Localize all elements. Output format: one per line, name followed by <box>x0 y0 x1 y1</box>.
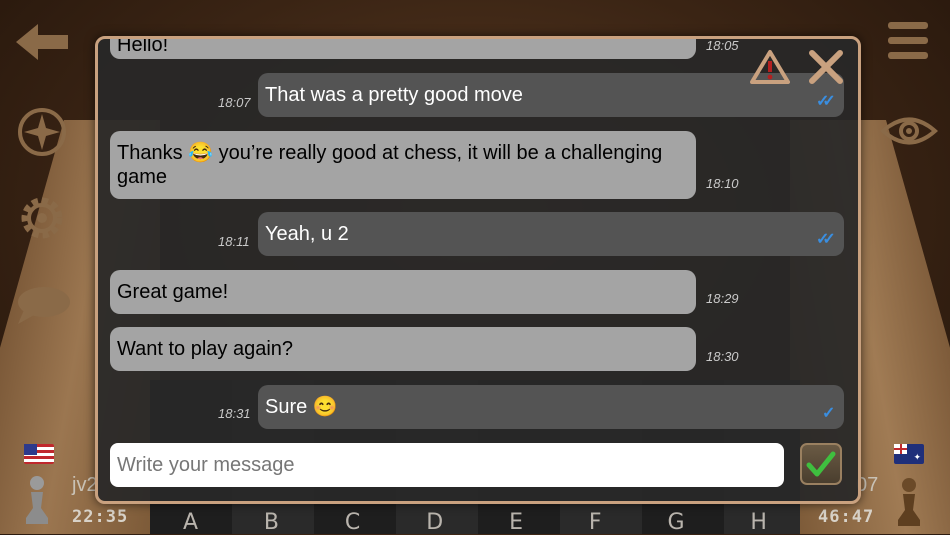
player-right-flag <box>894 444 924 464</box>
file-label: G <box>667 510 685 535</box>
message-text: Sure 😊 <box>265 396 338 418</box>
player-left-name: jv2 <box>72 474 98 496</box>
player-right-clock: 46:47 <box>818 507 875 527</box>
chat-button[interactable] <box>14 284 72 326</box>
read-receipt-icon: ✓✓ <box>816 93 836 110</box>
file-label: H <box>750 510 767 535</box>
message-bubble-incoming: Hello! <box>110 39 696 59</box>
settings-button[interactable] <box>16 192 68 244</box>
message-time: 18:05 <box>706 39 739 53</box>
file-label: E <box>509 510 523 535</box>
message-text: That was a pretty good move <box>265 84 523 106</box>
message-text: Great game! <box>117 281 229 303</box>
message-bubble-outgoing: Yeah, u 2 <box>258 212 844 256</box>
read-receipt-icon: ✓✓ <box>816 231 836 248</box>
message-time: 18:07 <box>218 95 251 110</box>
message-bubble-incoming: Thanks 😂 you’re really good at chess, it… <box>110 131 696 199</box>
chat-dialog: Hello! 18:05 18:07 That was a pretty goo… <box>95 36 861 504</box>
message-bubble-incoming: Great game! <box>110 270 696 314</box>
message-text: Hello! <box>117 39 169 56</box>
message-input[interactable] <box>110 443 784 487</box>
sent-receipt-icon: ✓ <box>822 405 836 422</box>
message-bubble-incoming: Want to play again? <box>110 327 696 371</box>
board-file-labels: A B C D E F G H <box>150 510 800 535</box>
gear-icon <box>21 197 63 239</box>
compass-icon <box>18 108 66 156</box>
message-time: 18:11 <box>218 234 250 249</box>
message-time: 18:29 <box>706 291 739 306</box>
warning-icon[interactable] <box>750 49 790 85</box>
message-list[interactable]: Hello! 18:05 18:07 That was a pretty goo… <box>98 39 858 434</box>
arrow-left-icon <box>16 24 68 60</box>
message-time: 18:10 <box>706 176 739 191</box>
pawn-icon <box>898 478 920 526</box>
file-label: C <box>344 510 361 535</box>
message-time: 18:31 <box>218 406 251 421</box>
message-time: 18:30 <box>706 349 739 364</box>
file-label: D <box>426 510 444 535</box>
send-button[interactable] <box>800 443 842 485</box>
compass-button[interactable] <box>16 106 68 158</box>
chat-bubble-icon <box>18 287 70 324</box>
close-icon[interactable] <box>808 49 844 85</box>
back-button[interactable] <box>14 22 70 62</box>
message-text: Thanks 😂 you’re really good at chess, it… <box>117 142 663 188</box>
pawn-icon <box>26 476 48 524</box>
message-bubble-outgoing: Sure 😊 <box>258 385 844 429</box>
file-label: A <box>182 510 199 535</box>
player-left-flag <box>24 444 54 464</box>
file-label: F <box>588 510 602 535</box>
player-left-clock: 22:35 <box>72 507 129 527</box>
hamburger-menu-icon <box>888 22 928 59</box>
file-label: B <box>263 510 280 535</box>
message-text: Yeah, u 2 <box>265 223 349 245</box>
menu-button[interactable] <box>886 20 930 62</box>
checkmark-icon <box>806 451 836 477</box>
message-text: Want to play again? <box>117 338 294 360</box>
view-button[interactable] <box>880 112 938 150</box>
eye-icon <box>880 117 938 145</box>
